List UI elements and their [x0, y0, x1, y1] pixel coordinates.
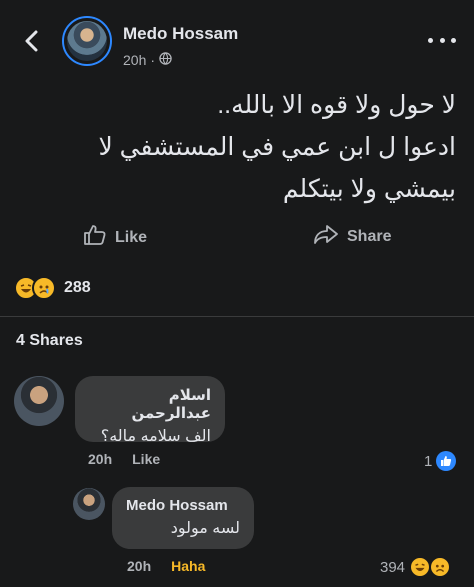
reply-meta: 20h Haha — [127, 558, 205, 574]
thumbs-up-icon — [83, 224, 107, 251]
post-line: لا حول ولا قوه الا بالله.. — [217, 91, 456, 119]
comment-author[interactable]: اسلام عبدالرحمن — [89, 386, 211, 422]
reply-author[interactable]: Medo Hossam — [126, 497, 240, 514]
comment-bubble: اسلام عبدالرحمن الف سلامه ماله؟ — [75, 376, 225, 445]
comment-like-count[interactable]: 1 — [424, 451, 457, 471]
post-line: بيمشي ولا بيتكلم — [282, 175, 456, 203]
comment-time: 20h — [88, 451, 113, 467]
post-line: ادعوا ل ابن عمي في المستشفي لا — [98, 133, 456, 161]
reply-reaction-count[interactable]: 394 — [380, 556, 452, 578]
post-text: لا حول ولا قوه الا بالله.. ادعوا ل ابن ع… — [16, 84, 456, 210]
share-label: Share — [347, 227, 392, 245]
reaction-summary[interactable]: 288 — [14, 276, 91, 300]
comment-like-button[interactable]: Like — [132, 451, 160, 467]
sad-emoji-icon — [32, 276, 56, 300]
reply-text: لسه مولود — [170, 520, 240, 537]
reaction-count: 288 — [64, 279, 91, 296]
reply-haha-button[interactable]: Haha — [171, 558, 205, 574]
reply-avatar[interactable] — [73, 488, 105, 520]
comment-meta: 20h Like — [88, 451, 160, 467]
commenter-avatar[interactable] — [14, 376, 64, 426]
post-time: 20h — [123, 52, 147, 68]
globe-icon — [159, 52, 172, 68]
more-dots-icon[interactable] — [428, 30, 456, 50]
reply-time: 20h — [127, 558, 152, 574]
like-label: Like — [115, 228, 148, 246]
like-button[interactable]: Like — [83, 224, 147, 251]
reply-bubble: Medo Hossam لسه مولود — [112, 487, 254, 549]
back-arrow-icon[interactable] — [16, 26, 46, 56]
author-avatar[interactable] — [62, 16, 112, 66]
post-meta: 20h · — [123, 52, 172, 68]
haha-emoji-icon — [409, 556, 432, 578]
divider — [0, 316, 474, 317]
share-button[interactable]: Share — [313, 224, 391, 249]
shares-count[interactable]: 4 Shares — [16, 332, 83, 350]
share-arrow-icon — [313, 224, 339, 249]
like-badge-icon — [436, 451, 457, 471]
sad-emoji-icon — [429, 556, 452, 578]
comment-text: الف سلامه ماله؟ — [100, 428, 211, 445]
author-name[interactable]: Medo Hossam — [123, 24, 238, 44]
